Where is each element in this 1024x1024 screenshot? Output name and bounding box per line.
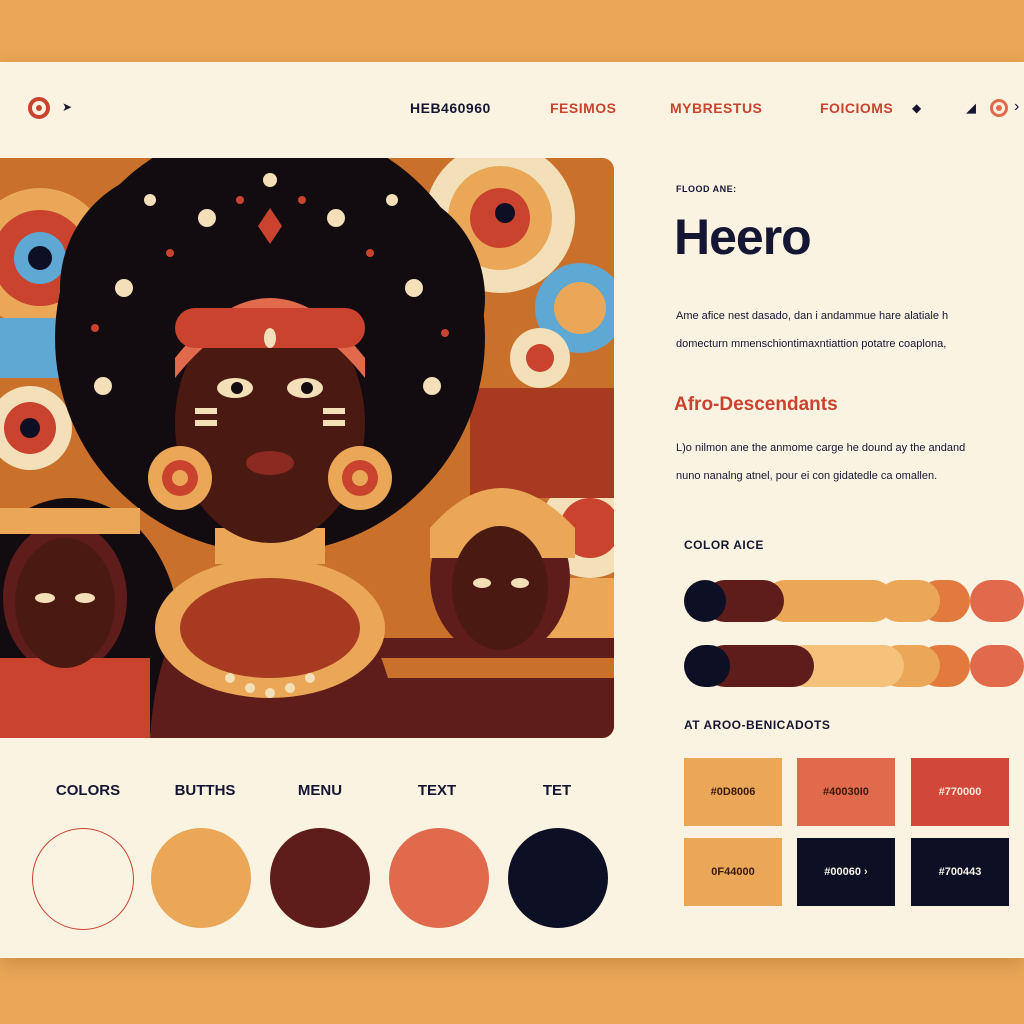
palette-circle-2[interactable] bbox=[151, 828, 251, 928]
subheading-paragraph-line-2: nuno nanalng atnel, pour ei con gidatedl… bbox=[676, 470, 938, 482]
color-section-label: COLOR AICE bbox=[684, 538, 764, 552]
ring-icon[interactable] bbox=[990, 99, 1008, 117]
cursor-icon: ➤ bbox=[62, 100, 73, 114]
subheading-paragraph-line-1: L)o nilmon ane the anmome carge he dound… bbox=[676, 442, 966, 454]
palette-label-menu: MENU bbox=[297, 782, 343, 799]
swatch-2-code: #40030I0 bbox=[823, 786, 869, 798]
pin-icon[interactable]: ◢ bbox=[966, 100, 976, 116]
swatch-4-code: 0F44000 bbox=[711, 866, 755, 878]
hero-paragraph-line-2: domecturn mmenschiontimaxntiattion potat… bbox=[676, 338, 947, 350]
palette-label-colors: COLORS bbox=[55, 782, 121, 799]
illustration-art bbox=[0, 158, 614, 738]
swatch-section-title: AT AROO-BENICADOTS bbox=[684, 718, 831, 732]
bar1-seg-1 bbox=[684, 580, 726, 622]
hero-paragraph-line-1: Ame afice nest dasado, dan i andammue ha… bbox=[676, 310, 949, 322]
palette-circle-1[interactable] bbox=[32, 828, 134, 930]
nav-link-4[interactable]: FOICIOMS bbox=[820, 100, 893, 116]
palette-label-buttons: BUTTHS bbox=[174, 782, 236, 799]
nav-link-2[interactable]: FESIMOS bbox=[550, 100, 617, 116]
diamond-icon[interactable]: ◆ bbox=[912, 101, 921, 115]
nav-link-1[interactable]: HEB460960 bbox=[410, 100, 491, 116]
swatch-3-code: #770000 bbox=[938, 786, 982, 798]
swatch-1[interactable]: #0D8006 bbox=[684, 758, 782, 826]
palette-circle-3[interactable] bbox=[270, 828, 370, 928]
swatch-5[interactable]: #00060 › bbox=[797, 838, 895, 906]
hero-paragraph: Ame afice nest dasado, dan i andammue ha… bbox=[676, 302, 1024, 358]
logo-icon[interactable] bbox=[28, 97, 50, 119]
swatch-1-code: #0D8006 bbox=[710, 786, 756, 798]
swatch-5-code: #00060 › bbox=[824, 866, 868, 878]
design-board: ➤ HEB460960 FESIMOS MYBRESTUS FOICIOMS ◆… bbox=[0, 62, 1024, 958]
nav-link-3[interactable]: MYBRESTUS bbox=[670, 100, 762, 116]
palette-label-tet: TET bbox=[542, 782, 572, 799]
hero-illustration bbox=[0, 158, 614, 738]
swatch-2[interactable]: #40030I0 bbox=[797, 758, 895, 826]
palette-circle-4[interactable] bbox=[389, 828, 489, 928]
swatch-6[interactable]: #700443 bbox=[911, 838, 1009, 906]
bar2-seg-6 bbox=[970, 645, 1024, 687]
hero-title: Heero bbox=[674, 209, 812, 265]
bar1-seg-6 bbox=[970, 580, 1024, 622]
bar2-seg-1 bbox=[684, 645, 730, 687]
palette-label-text: TEXT bbox=[417, 782, 457, 799]
swatch-6-code: #700443 bbox=[938, 866, 982, 878]
swatch-4[interactable]: 0F44000 bbox=[684, 838, 782, 906]
palette-circle-5[interactable] bbox=[508, 828, 608, 928]
section-subheading: Afro-Descendants bbox=[674, 394, 838, 415]
chevron-icon[interactable]: › bbox=[1014, 98, 1019, 116]
color-gradient-bar-2 bbox=[684, 645, 1024, 687]
subheading-paragraph: L)o nilmon ane the anmome carge he dound… bbox=[676, 434, 1024, 490]
hero-eyebrow: FLOOD ANE: bbox=[676, 184, 737, 194]
color-gradient-bar-1 bbox=[684, 580, 1024, 622]
top-nav: ➤ HEB460960 FESIMOS MYBRESTUS FOICIOMS ◆… bbox=[0, 62, 1024, 154]
swatch-3[interactable]: #770000 bbox=[911, 758, 1009, 826]
